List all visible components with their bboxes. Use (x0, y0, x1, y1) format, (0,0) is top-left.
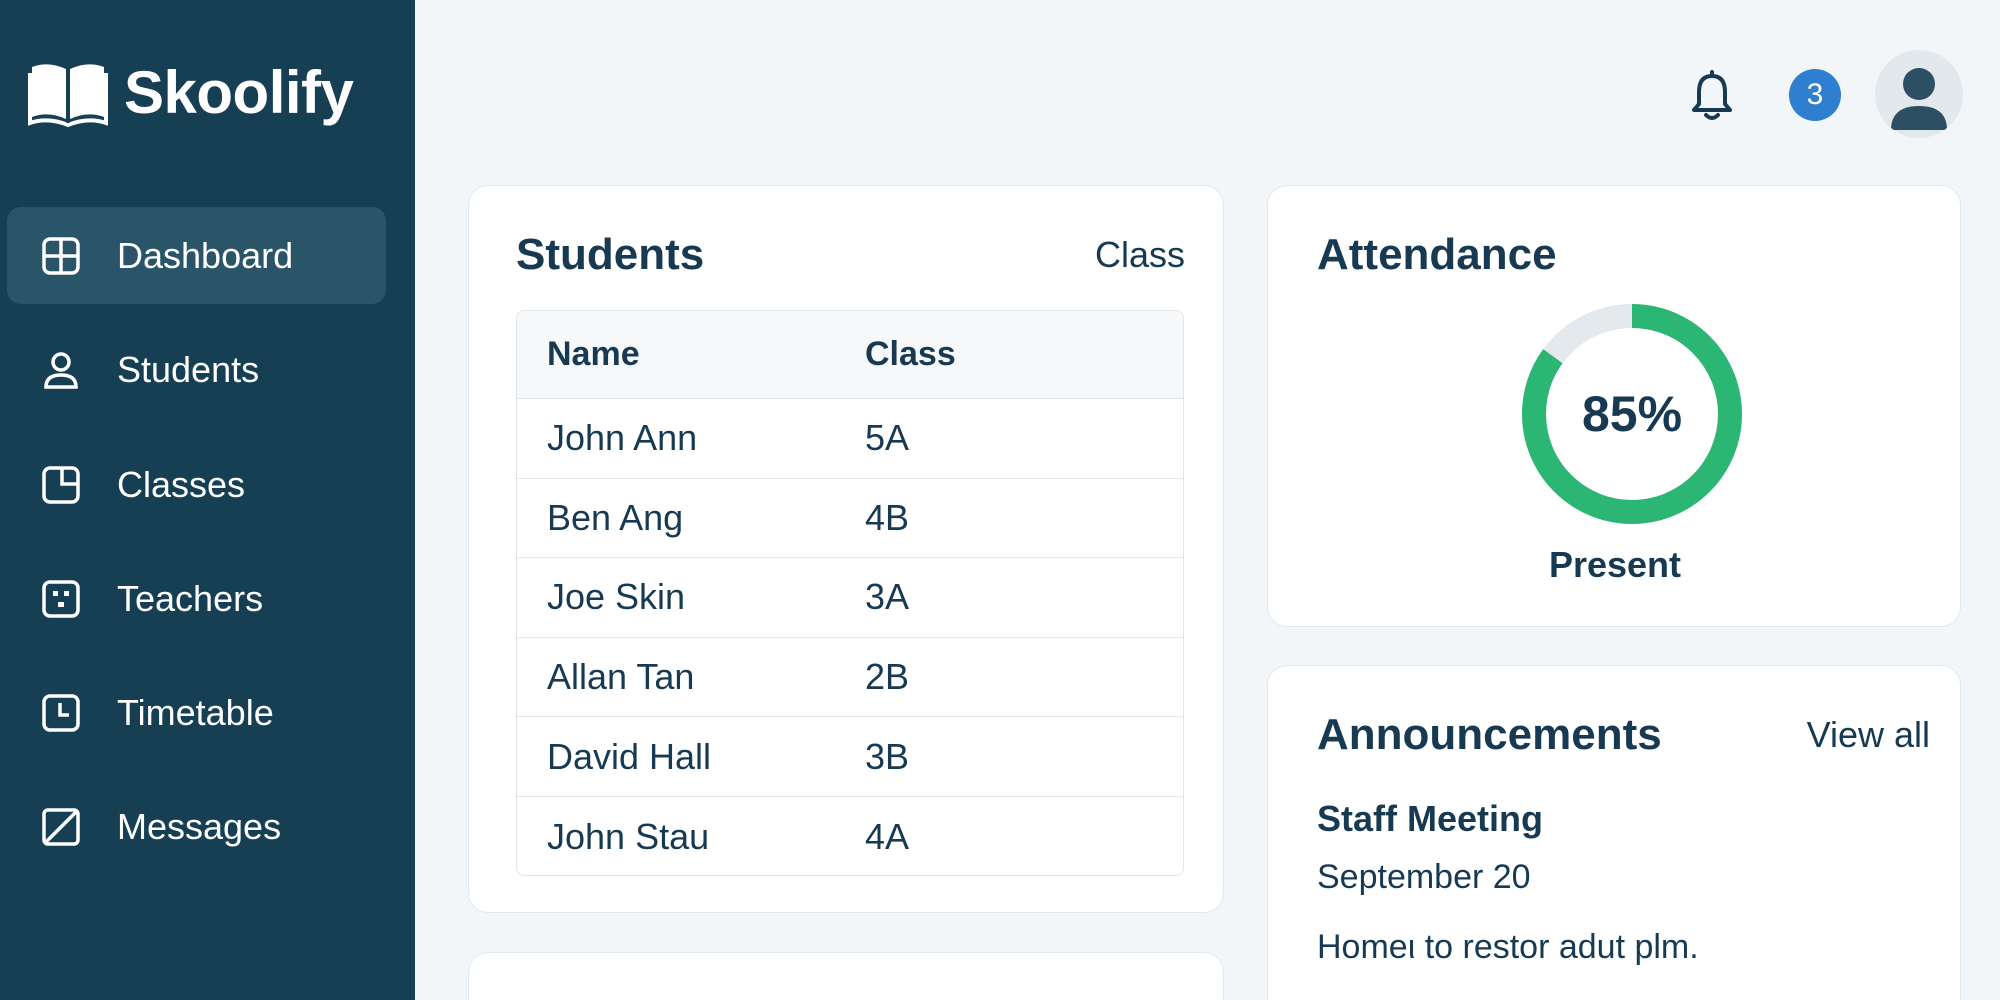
bell-icon[interactable] (1688, 70, 1736, 122)
announcement-title[interactable]: Staff Meeting (1317, 798, 1543, 840)
sidebar-item-label: Timetable (117, 691, 274, 733)
student-class: 3B (865, 735, 910, 777)
sidebar-item-messages[interactable]: Messages (7, 778, 386, 875)
announcement-date: September 20 (1317, 858, 1531, 896)
student-name: Ben Ang (547, 496, 684, 538)
messages-icon (39, 805, 83, 849)
user-avatar-icon (1891, 68, 1947, 130)
table-row[interactable]: David Hall 3B (517, 717, 1183, 797)
table-header: Name Class (517, 311, 1183, 399)
sidebar-item-label: Dashboard (117, 234, 294, 276)
avatar[interactable] (1875, 50, 1963, 138)
student-name: John Ann (547, 417, 698, 459)
sidebar-item-timetable[interactable]: Timetable (7, 664, 386, 761)
announcements-card: Announcements View all Staff Meeting Sep… (1267, 665, 1961, 1000)
announcement-body: Homeι to restor adut plm. (1317, 928, 1699, 966)
sidebar-item-teachers[interactable]: Teachers (7, 550, 386, 647)
table-row[interactable]: Ben Ang 4B (517, 479, 1183, 559)
student-name: John Stau (547, 815, 710, 857)
classes-icon (39, 463, 83, 507)
sidebar-item-label: Teachers (117, 577, 264, 619)
attendance-status-label: Present (1548, 544, 1682, 585)
sidebar-item-label: Classes (117, 463, 246, 505)
class-filter-button[interactable]: Class (1095, 234, 1185, 276)
student-name: Joe Skin (547, 576, 686, 618)
attendance-percentage: 85% (1581, 386, 1683, 442)
students-card: Students Class Name Class John Ann 5A Be… (468, 185, 1224, 913)
student-class: 2B (865, 656, 910, 698)
attendance-title: Attendance (1317, 230, 1557, 279)
table-row[interactable]: John Stau 4A (517, 797, 1183, 875)
student-name: Allan Tan (547, 656, 695, 698)
table-row[interactable]: John Ann 5A (517, 399, 1183, 479)
sidebar: Skoolify Dashboard Students Classes Teac… (0, 0, 415, 1000)
student-class: 3A (865, 576, 910, 618)
student-class: 4B (865, 496, 910, 538)
announcements-title: Announcements (1317, 710, 1662, 759)
sidebar-item-label: Messages (117, 805, 282, 847)
dashboard-icon (39, 234, 83, 278)
sidebar-item-classes[interactable]: Classes (7, 436, 386, 533)
table-row[interactable]: Joe Skin 3A (517, 558, 1183, 638)
user-icon (39, 348, 83, 392)
attendance-card: Attendance 85% Present (1267, 185, 1961, 627)
sidebar-item-label: Students (117, 348, 260, 390)
clock-icon (39, 691, 83, 735)
brand[interactable]: Skoolify (28, 58, 354, 127)
app-name: Skoolify (124, 59, 354, 126)
sidebar-item-dashboard[interactable]: Dashboard (7, 207, 386, 304)
students-title: Students (516, 230, 705, 279)
view-all-link[interactable]: View all (1807, 714, 1930, 756)
notification-badge[interactable]: 3 (1789, 69, 1841, 121)
student-class: 5A (865, 417, 910, 459)
students-table: Name Class John Ann 5A Ben Ang 4B Joe Sk… (516, 310, 1184, 876)
teachers-icon (39, 577, 83, 621)
bottom-card (468, 952, 1224, 1000)
table-row[interactable]: Allan Tan 2B (517, 638, 1183, 718)
student-class: 4A (865, 815, 910, 857)
book-logo-icon (28, 63, 108, 127)
column-header-class[interactable]: Class (865, 335, 1183, 374)
column-header-name[interactable]: Name (517, 335, 865, 374)
sidebar-item-students[interactable]: Students (7, 321, 386, 418)
student-name: David Hall (547, 735, 712, 777)
